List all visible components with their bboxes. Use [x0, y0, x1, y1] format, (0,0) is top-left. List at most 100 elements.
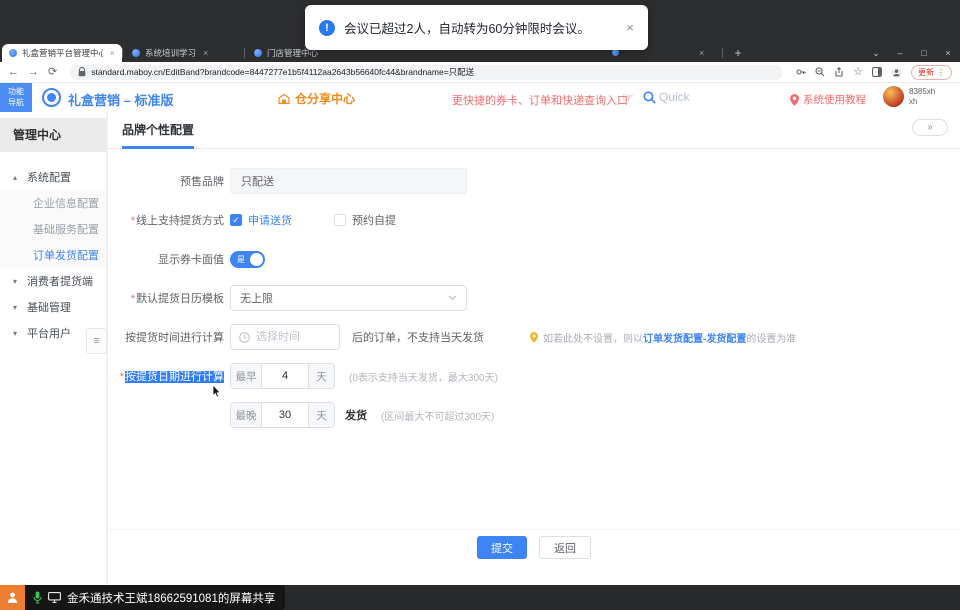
form-row-presale-brand: 预售品牌: [108, 168, 960, 194]
tab-favicon-icon: [132, 49, 140, 57]
forward-icon[interactable]: →: [28, 67, 39, 78]
browser-tab[interactable]: 系统培训学习 ×: [125, 44, 243, 62]
address-bar[interactable]: standard.maboy.cn/EditBand?brandcode=844…: [70, 65, 783, 80]
warehouse-share-center-link[interactable]: 仓分享中心: [278, 90, 355, 107]
sidebar-collapse-handle[interactable]: ≡: [86, 328, 107, 354]
url-text: standard.maboy.cn/EditBand?brandcode=844…: [91, 66, 474, 78]
tab-search-chevron-icon[interactable]: ⌄: [864, 44, 888, 62]
function-nav-button[interactable]: 功能 导航: [0, 83, 32, 112]
caret-down-icon: ▾: [13, 329, 21, 338]
share-text: 金禾通技术王斌18662591081的屏幕共享: [67, 590, 275, 606]
checkbox-delivery[interactable]: ✓ 申请送货: [230, 212, 292, 228]
profile-icon[interactable]: [891, 67, 902, 78]
quick-label: Quick: [659, 90, 690, 104]
latest-days-group: 最晚 天: [230, 402, 335, 428]
hamburger-icon: ≡: [93, 335, 99, 347]
panel-collapse-button[interactable]: »: [912, 119, 948, 136]
earliest-unit: 天: [308, 364, 334, 388]
tab-close-icon[interactable]: ×: [110, 48, 115, 58]
user-avatar[interactable]: [883, 86, 904, 107]
sidebar-item-order-shipping[interactable]: 订单发货配置: [0, 242, 106, 268]
user-sub: xh: [909, 97, 935, 107]
select-value: 无上限: [240, 290, 273, 306]
warehouse-icon: [278, 93, 290, 105]
browser-update-button[interactable]: 更新 ⋮: [911, 65, 952, 80]
sidebar-group-basic-mgmt[interactable]: ▾ 基础管理: [0, 294, 106, 320]
tab-separator: [244, 48, 245, 58]
sidebar-group-system-config[interactable]: ▴ 系统配置: [0, 164, 106, 190]
microphone-icon: [33, 591, 42, 604]
mouse-cursor-icon: [212, 385, 221, 398]
chevrons-right-icon: »: [927, 122, 933, 133]
tab-close-icon[interactable]: ×: [203, 48, 208, 58]
sidebar-group-consumer[interactable]: ▾ 消费者提货端: [0, 268, 106, 294]
window-maximize-button[interactable]: □: [912, 44, 936, 62]
quick-search-button[interactable]: Quick: [643, 90, 690, 104]
checkbox-self-pickup[interactable]: 预约自提: [334, 212, 396, 228]
checkbox-unchecked-icon[interactable]: [334, 214, 346, 226]
face-value-toggle[interactable]: 是: [230, 251, 265, 268]
window-minimize-button[interactable]: –: [888, 44, 912, 62]
sidebar-item-label: 订单发货配置: [33, 247, 99, 263]
time-picker[interactable]: [230, 324, 340, 350]
share-status-label: 金禾通技术王斌18662591081的屏幕共享: [25, 585, 285, 610]
share-icon[interactable]: [834, 67, 844, 77]
bookmark-star-icon[interactable]: ☆: [853, 67, 863, 78]
latest-note: (区间最大不可超过300天): [381, 408, 494, 423]
tab-title: 系统培训学习: [145, 47, 196, 59]
toast-close-icon[interactable]: ×: [626, 20, 634, 35]
caret-up-icon: ▴: [13, 173, 21, 182]
pointing-hand-icon: ☞: [622, 90, 634, 106]
tab-favicon-icon: [612, 49, 619, 56]
back-icon[interactable]: ←: [8, 67, 19, 78]
update-label: 更新: [918, 67, 934, 78]
sidebar-item-company-info[interactable]: 企业信息配置: [0, 190, 106, 216]
back-button[interactable]: 返回: [539, 536, 591, 559]
field-label: *默认提货日历模板: [114, 290, 224, 306]
calendar-template-select[interactable]: 无上限: [230, 285, 467, 311]
browser-tab[interactable]: ×: [690, 44, 720, 62]
sidebar-item-basic-service[interactable]: 基础服务配置: [0, 216, 106, 242]
sidebar-item-label: 基础管理: [27, 299, 71, 315]
tab-brand-config[interactable]: 品牌个性配置: [122, 121, 194, 149]
side-panel-icon[interactable]: [872, 67, 882, 77]
time-picker-input[interactable]: [256, 331, 326, 343]
lock-icon: [78, 67, 86, 77]
pin-icon: [790, 94, 799, 106]
field-label: 预售品牌: [114, 173, 224, 189]
system-tutorial-link[interactable]: 系统使用教程: [790, 92, 866, 107]
earliest-days-input[interactable]: [262, 364, 308, 388]
quick-entry-promo-text: 更快捷的券卡、订单和快递查询入口: [452, 92, 628, 108]
browser-toolbar: ← → ⟳ standard.maboy.cn/EditBand?brandco…: [0, 62, 960, 83]
screen: 礼盒营销平台管理中心 × 系统培训学习 × 门店管理中心 × + ⌄ – □ ×…: [0, 0, 960, 610]
submit-button[interactable]: 提交: [477, 536, 527, 559]
key-icon[interactable]: [796, 67, 806, 77]
sidebar-title: 管理中心: [0, 118, 106, 152]
user-name: 8385xh xh: [909, 87, 935, 107]
brand-config-form: 预售品牌 *线上支持提货方式 ✓ 申请送货 预约自提 显示券卡面值: [108, 149, 960, 428]
required-star: *: [131, 293, 135, 305]
app-header: 功能 导航 礼盒营销 – 标准版 仓分享中心 更快捷的券卡、订单和快递查询入口 …: [0, 83, 960, 112]
latest-days-input[interactable]: [262, 403, 308, 427]
highlighted-label-text: 按提货日期进行计算: [125, 371, 224, 383]
tip-text: 如若此处不设置，则以订单发货配置-发货配置的设置为准: [543, 330, 796, 345]
tab-close-icon[interactable]: ×: [699, 48, 704, 58]
required-star: *: [120, 371, 124, 383]
search-icon: [643, 91, 656, 104]
chevron-down-icon: [448, 295, 457, 301]
window-close-button[interactable]: ×: [936, 44, 960, 62]
setting-tip: 如若此处不设置，则以订单发货配置-发货配置的设置为准: [530, 330, 796, 345]
sharer-avatar: [0, 585, 25, 610]
caret-down-icon: ▾: [13, 277, 21, 286]
shipping-config-link[interactable]: 订单发货配置-发货配置: [643, 334, 746, 345]
presale-brand-input[interactable]: [230, 168, 467, 194]
reload-icon[interactable]: ⟳: [48, 67, 57, 78]
sidebar-item-label: 基础服务配置: [33, 221, 99, 237]
new-tab-button[interactable]: +: [730, 45, 746, 61]
form-footer: 提交 返回: [108, 529, 960, 559]
browser-tab-active[interactable]: 礼盒营销平台管理中心 ×: [2, 44, 122, 62]
ship-label: 发货: [345, 407, 367, 423]
zoom-icon[interactable]: [815, 67, 825, 77]
content-tabs: 品牌个性配置 »: [108, 112, 960, 149]
checkbox-checked-icon[interactable]: ✓: [230, 214, 242, 226]
